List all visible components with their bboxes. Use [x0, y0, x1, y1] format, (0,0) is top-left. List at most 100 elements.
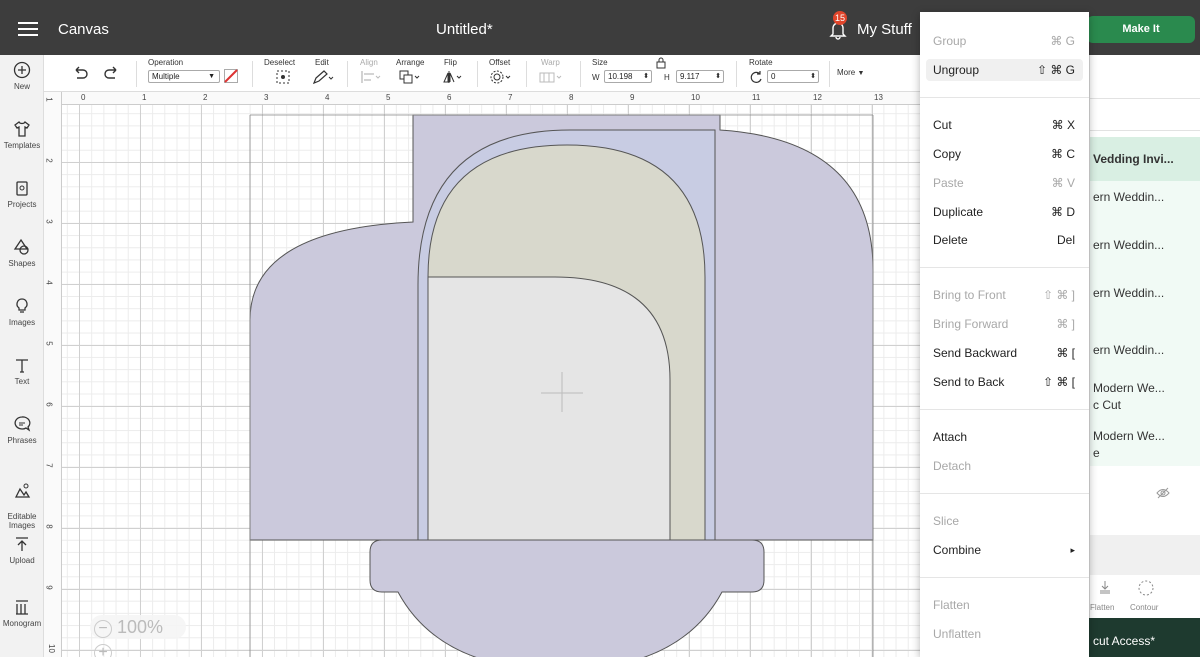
operation-label: Operation	[148, 58, 184, 67]
sidebar-item-projects[interactable]: Projects	[0, 179, 44, 209]
rotate-input[interactable]: 0 ⬍	[767, 70, 819, 83]
menu-item-paste[interactable]: Paste ⌘ V	[920, 172, 1089, 194]
rotate-icon	[750, 71, 762, 83]
sidebar-item-label: Text	[14, 377, 30, 386]
contour-label: Contour	[1130, 603, 1159, 612]
layer-item[interactable]: ern Weddin...	[1090, 238, 1200, 252]
menu-item-label: Group	[933, 34, 967, 48]
layer-item[interactable]: ern Weddin...	[1090, 190, 1200, 204]
sidebar-item-editable-images[interactable]: Editable Images	[0, 473, 44, 530]
context-menu: Group ⌘ G Ungroup ⇧ ⌘ G Cut ⌘ X Copy ⌘ C Pas…	[920, 12, 1089, 657]
hidden-eye-icon[interactable]	[1156, 487, 1170, 499]
menu-item-send-to-back[interactable]: Send to Back ⇧ ⌘ [	[920, 371, 1089, 393]
stepper-icon: ⬍	[810, 73, 816, 80]
sidebar-item-label: Templates	[3, 141, 41, 150]
flatten-icon[interactable]	[1098, 580, 1112, 594]
menu-item-copy[interactable]: Copy ⌘ C	[920, 143, 1089, 165]
menu-item-unflatten[interactable]: Unflatten	[920, 623, 1089, 645]
operation-select[interactable]: Multiple ▼	[148, 70, 220, 83]
flatten-label: Flatten	[1090, 603, 1115, 612]
cut-access-banner[interactable]: cut Access*	[1089, 618, 1200, 657]
sidebar-item-monogram[interactable]: Monogram	[0, 598, 44, 628]
menu-item-label: Unflatten	[933, 627, 982, 641]
card-insert	[427, 276, 671, 541]
align-label: Align	[360, 58, 378, 67]
my-stuff-link[interactable]: My Stuff	[857, 21, 912, 38]
pencil-icon[interactable]	[312, 69, 334, 85]
ruler-tick-label: 8	[569, 93, 574, 102]
menu-item-attach[interactable]: Attach	[920, 426, 1089, 448]
ruler-tick-label: 5	[44, 341, 54, 346]
redo-icon[interactable]	[104, 66, 120, 80]
menu-item-shortcut: ⇧ ⌘ G	[1036, 63, 1075, 77]
ruler-tick-label: 8	[44, 524, 54, 529]
menu-item-label: Delete	[933, 233, 968, 247]
layers-panel-header	[1090, 55, 1200, 99]
width-input[interactable]: 10.198 ⬍	[604, 70, 652, 83]
layer-item[interactable]: Modern We...	[1090, 381, 1200, 395]
menu-item-slice[interactable]: Slice	[920, 510, 1089, 532]
menu-item-flatten[interactable]: Flatten	[920, 594, 1089, 616]
deselect-icon[interactable]	[275, 69, 291, 85]
make-it-button[interactable]: Make It	[1087, 16, 1195, 43]
menu-item-combine[interactable]: Combine ▸	[920, 539, 1089, 561]
ruler-tick-label: 5	[386, 93, 391, 102]
menu-item-group[interactable]: Group ⌘ G	[920, 30, 1089, 52]
zoom-in-button[interactable]: +	[94, 644, 112, 657]
more-button[interactable]: More ▼	[837, 68, 864, 77]
menu-item-delete[interactable]: Delete Del	[920, 229, 1089, 251]
sidebar-item-text[interactable]: Text	[0, 356, 44, 386]
flip-icon[interactable]	[442, 69, 464, 85]
sidebar-item-templates[interactable]: Templates	[0, 120, 44, 150]
menu-item-ungroup[interactable]: Ungroup ⇧ ⌘ G	[926, 59, 1083, 81]
zoom-level: 100%	[117, 617, 164, 637]
sidebar-item-new[interactable]: New	[0, 61, 44, 91]
sidebar-item-label: New	[13, 82, 30, 91]
layer-item-sublabel: e	[1093, 446, 1100, 460]
color-swatch-none-icon[interactable]	[224, 69, 238, 83]
arrange-icon[interactable]	[398, 69, 422, 85]
ruler-vertical: 1 2 3 4 5 6 7 8 9 10	[44, 92, 62, 657]
layer-group-item[interactable]: Vedding Invi...	[1090, 137, 1200, 181]
undo-icon[interactable]	[72, 66, 88, 80]
menu-item-send-backward[interactable]: Send Backward ⌘ [	[920, 342, 1089, 364]
layer-item[interactable]: ern Weddin...	[1090, 343, 1200, 357]
zoom-out-button[interactable]: −	[94, 620, 112, 638]
layer-item[interactable]: ern Weddin...	[1090, 286, 1200, 300]
menu-item-cut[interactable]: Cut ⌘ X	[920, 114, 1089, 136]
envelope-design[interactable]	[62, 105, 920, 657]
menu-item-detach[interactable]: Detach	[920, 455, 1089, 477]
lock-icon[interactable]	[656, 57, 666, 69]
contour-icon[interactable]	[1138, 580, 1154, 596]
deselect-label: Deselect	[264, 58, 296, 67]
sidebar-item-upload[interactable]: Upload	[0, 535, 44, 565]
sidebar-item-shapes[interactable]: Shapes	[0, 238, 44, 268]
sidebar-item-images[interactable]: Images	[0, 297, 44, 327]
document-title[interactable]: Untitled*	[436, 21, 493, 38]
height-input[interactable]: 9.117 ⬍	[676, 70, 724, 83]
align-icon[interactable]	[360, 70, 382, 84]
size-label: Size	[592, 58, 608, 67]
notification-badge: 15	[833, 11, 848, 25]
more-label: More	[837, 68, 856, 77]
warp-icon[interactable]	[538, 70, 564, 84]
menu-item-shortcut: ⌘ V	[1051, 176, 1075, 190]
menu-item-duplicate[interactable]: Duplicate ⌘ D	[920, 201, 1089, 223]
menu-item-label: Cut	[933, 118, 952, 132]
sidebar-item-label: Upload	[9, 556, 35, 565]
menu-item-bring-forward[interactable]: Bring Forward ⌘ ]	[920, 313, 1089, 335]
ruler-tick-label: 3	[264, 93, 269, 102]
menu-item-shortcut: ⇧ ⌘ ]	[1042, 288, 1075, 302]
ruler-tick-label: 9	[630, 93, 635, 102]
operation-value: Multiple	[152, 72, 180, 81]
menu-item-label: Ungroup	[933, 63, 980, 77]
offset-icon[interactable]	[489, 69, 513, 85]
design-canvas[interactable]	[62, 105, 920, 657]
menu-item-bring-to-front[interactable]: Bring to Front ⇧ ⌘ ]	[920, 284, 1089, 306]
layer-item[interactable]: Modern We...	[1090, 429, 1200, 443]
hamburger-menu-icon[interactable]	[18, 22, 38, 36]
app-name: Canvas	[58, 21, 109, 38]
ruler-tick-label: 4	[44, 280, 54, 285]
sidebar-item-phrases[interactable]: Phrases	[0, 415, 44, 445]
ruler-tick-label: 0	[81, 93, 86, 102]
